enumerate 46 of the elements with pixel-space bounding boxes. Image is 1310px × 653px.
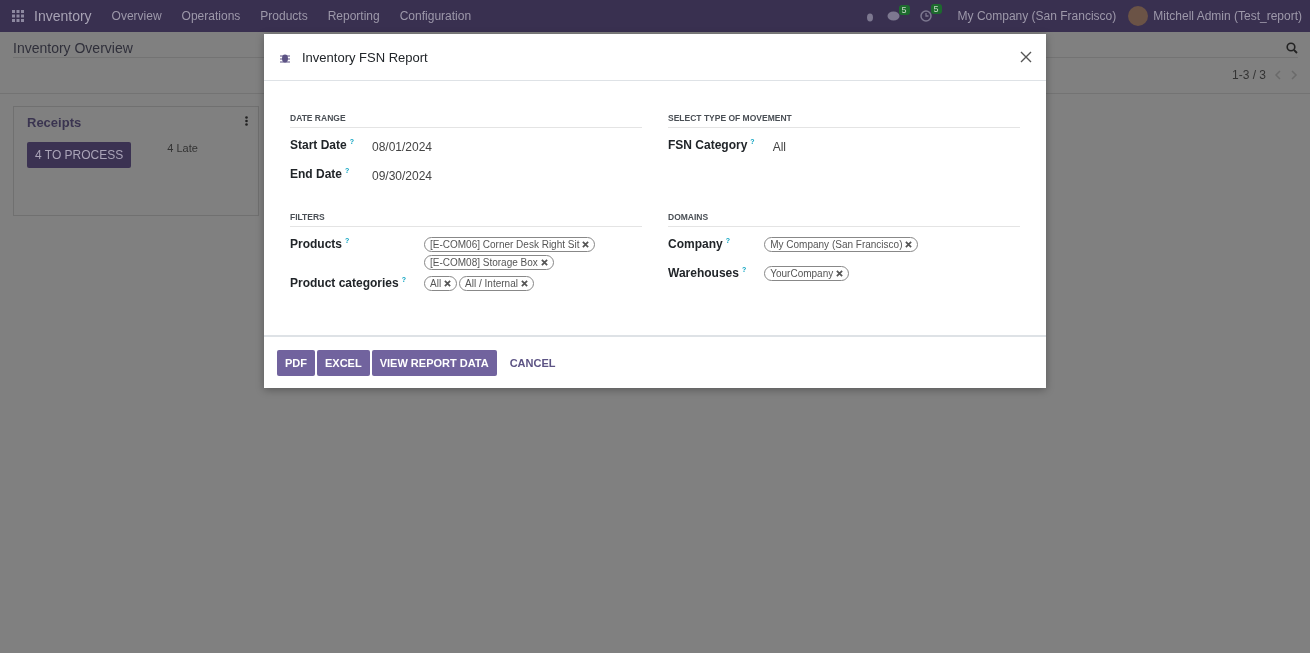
- close-button[interactable]: [1018, 49, 1034, 65]
- field-label: FSN Category $^{?}$: [668, 138, 755, 154]
- remove-icon[interactable]: [444, 280, 452, 287]
- app-name[interactable]: Inventory: [34, 8, 92, 24]
- action-button[interactable]: EXCEL: [317, 349, 370, 376]
- cancel-button[interactable]: CANCEL: [501, 349, 564, 376]
- remove-icon[interactable]: [582, 241, 590, 248]
- page-title: Inventory Overview: [13, 39, 133, 56]
- company-switcher[interactable]: My Company (San Francisco): [957, 9, 1117, 23]
- clock-icon[interactable]: [919, 10, 932, 22]
- menu-item[interactable]: Reporting: [327, 9, 380, 23]
- menu-item[interactable]: Overview: [111, 9, 162, 23]
- section-heading: DOMAINS: [668, 212, 1020, 227]
- pager-value[interactable]: 1-3 / 3: [1231, 68, 1266, 82]
- user-menu[interactable]: Mitchell Admin (Test_report): [1153, 9, 1302, 23]
- dialog-title: Inventory FSN Report: [302, 49, 428, 65]
- menu-item[interactable]: Products: [260, 9, 308, 23]
- field-value[interactable]: 09/30/2024: [371, 169, 433, 183]
- kebab-menu-icon[interactable]: [245, 116, 248, 126]
- menu-item[interactable]: Operations: [181, 9, 241, 23]
- chat-icon[interactable]: [886, 10, 900, 22]
- message-count: 5: [898, 4, 910, 15]
- field-value[interactable]: All: [772, 140, 786, 154]
- action-button[interactable]: VIEW REPORT DATA: [371, 349, 497, 376]
- to-process-button[interactable]: 4 TO PROCESS: [27, 142, 132, 168]
- field-label: Products $^{?}$: [290, 237, 351, 253]
- late-link[interactable]: 4 Late: [167, 142, 198, 154]
- remove-icon[interactable]: [836, 270, 844, 277]
- remove-icon[interactable]: [905, 241, 913, 248]
- activity-count: 5: [930, 4, 942, 14]
- apps-grid-icon[interactable]: [12, 10, 24, 22]
- field-label: Start Date $^{?}$: [290, 138, 354, 154]
- remove-icon[interactable]: [520, 280, 528, 287]
- section-heading: DATE RANGE: [290, 113, 642, 128]
- section-heading: FILTERS: [290, 212, 642, 227]
- card-title: Receipts: [27, 115, 83, 130]
- field-label: Warehouses $^{?}$: [668, 266, 747, 282]
- search-icon[interactable]: [1286, 41, 1298, 54]
- field-label: End Date $^{?}$: [290, 167, 351, 183]
- menu-item[interactable]: Configuration: [399, 9, 472, 23]
- field-label: Company $^{?}$: [668, 237, 731, 253]
- field-label: Product categories $^{?}$: [290, 276, 406, 292]
- remove-icon[interactable]: [540, 259, 548, 266]
- action-button[interactable]: PDF: [277, 349, 315, 376]
- field-value[interactable]: 08/01/2024: [371, 140, 433, 154]
- section-heading: SELECT TYPE OF MOVEMENT: [668, 113, 1020, 128]
